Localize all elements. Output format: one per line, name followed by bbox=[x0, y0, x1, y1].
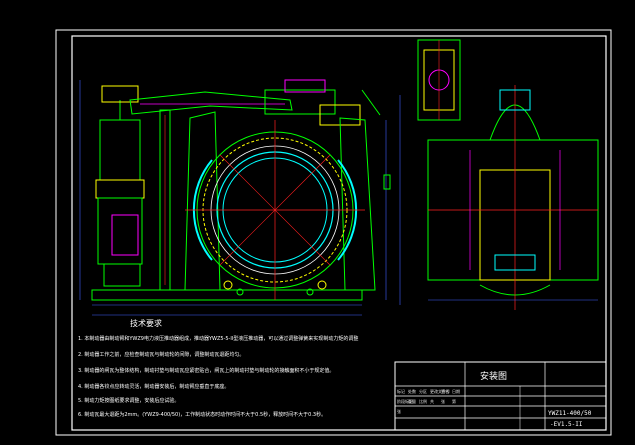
title-block-cell: 签名 bbox=[441, 388, 449, 394]
note-line-5: 5. 制动力矩按图纸要求调整，安装后应试验。 bbox=[78, 397, 179, 404]
title-block-cell: 第 bbox=[452, 398, 456, 404]
hydraulic-thruster bbox=[95, 85, 145, 287]
drawing-sub-model: -EV1.5-II bbox=[550, 421, 583, 428]
top-mechanism bbox=[264, 79, 381, 126]
brake-side-view bbox=[417, 39, 599, 310]
notes-heading: 技术要求 bbox=[130, 318, 162, 328]
brake-front-view bbox=[79, 79, 401, 316]
note-line-3: 3. 制动器的闸瓦为整体结构，制动衬垫与制动瓦应紧密贴合，闸瓦上的制动衬垫与制动… bbox=[78, 367, 334, 374]
left-brake-arm bbox=[184, 111, 221, 291]
note-line-1: 1. 本制动器由制动臂和YWZ9电力液压推动器组成，推动器YWZ5-5-II型液… bbox=[78, 335, 358, 342]
title-block-cell: 比例 bbox=[419, 398, 427, 404]
title-block-cell: 分区 bbox=[419, 388, 427, 394]
note-line-4: 4. 制动器各铰点应转动灵活，制动器安装后，制动臂应垂直于底座。 bbox=[78, 383, 229, 390]
title-block-cell: 日期 bbox=[452, 388, 460, 394]
title-block-cell: 处数 bbox=[408, 388, 416, 394]
technical-notes: 技术要求 1. 本制动器由制动臂和YWZ9电力液压推动器组成，推动器YWZ5-5… bbox=[78, 318, 358, 418]
title-block-cell: 重量 bbox=[408, 398, 416, 404]
title-block-cell: 标记 bbox=[397, 388, 405, 394]
note-line-2: 2. 制动器工作之前，应检查制动瓦与制动轮的间隙，调整制动瓦退距均匀。 bbox=[78, 351, 244, 358]
drawing-title: 安装图 bbox=[480, 370, 507, 382]
title-block-cell: 共 bbox=[430, 398, 434, 404]
title-block-cell: 张 bbox=[441, 398, 445, 404]
note-line-6: 6. 制动瓦最大退距为2mm。(YWZ9-400/50)，工作制动状态时动作时间… bbox=[78, 411, 326, 418]
title-block-cell: 张 bbox=[397, 408, 401, 414]
cad-drawing: 技术要求 1. 本制动器由制动臂和YWZ9电力液压推动器组成，推动器YWZ5-5… bbox=[55, 29, 612, 436]
sheet-outer-border bbox=[55, 29, 612, 436]
drawing-model: YWZ11-400/50 bbox=[548, 410, 592, 417]
base-plate bbox=[91, 289, 363, 301]
lever-arm bbox=[129, 91, 293, 115]
title-block: 安装图 YWZ11-400/50 -EV1.5-II 标记 处数 分区 更改文件号签名… bbox=[394, 361, 607, 431]
right-brake-arm bbox=[339, 117, 376, 291]
